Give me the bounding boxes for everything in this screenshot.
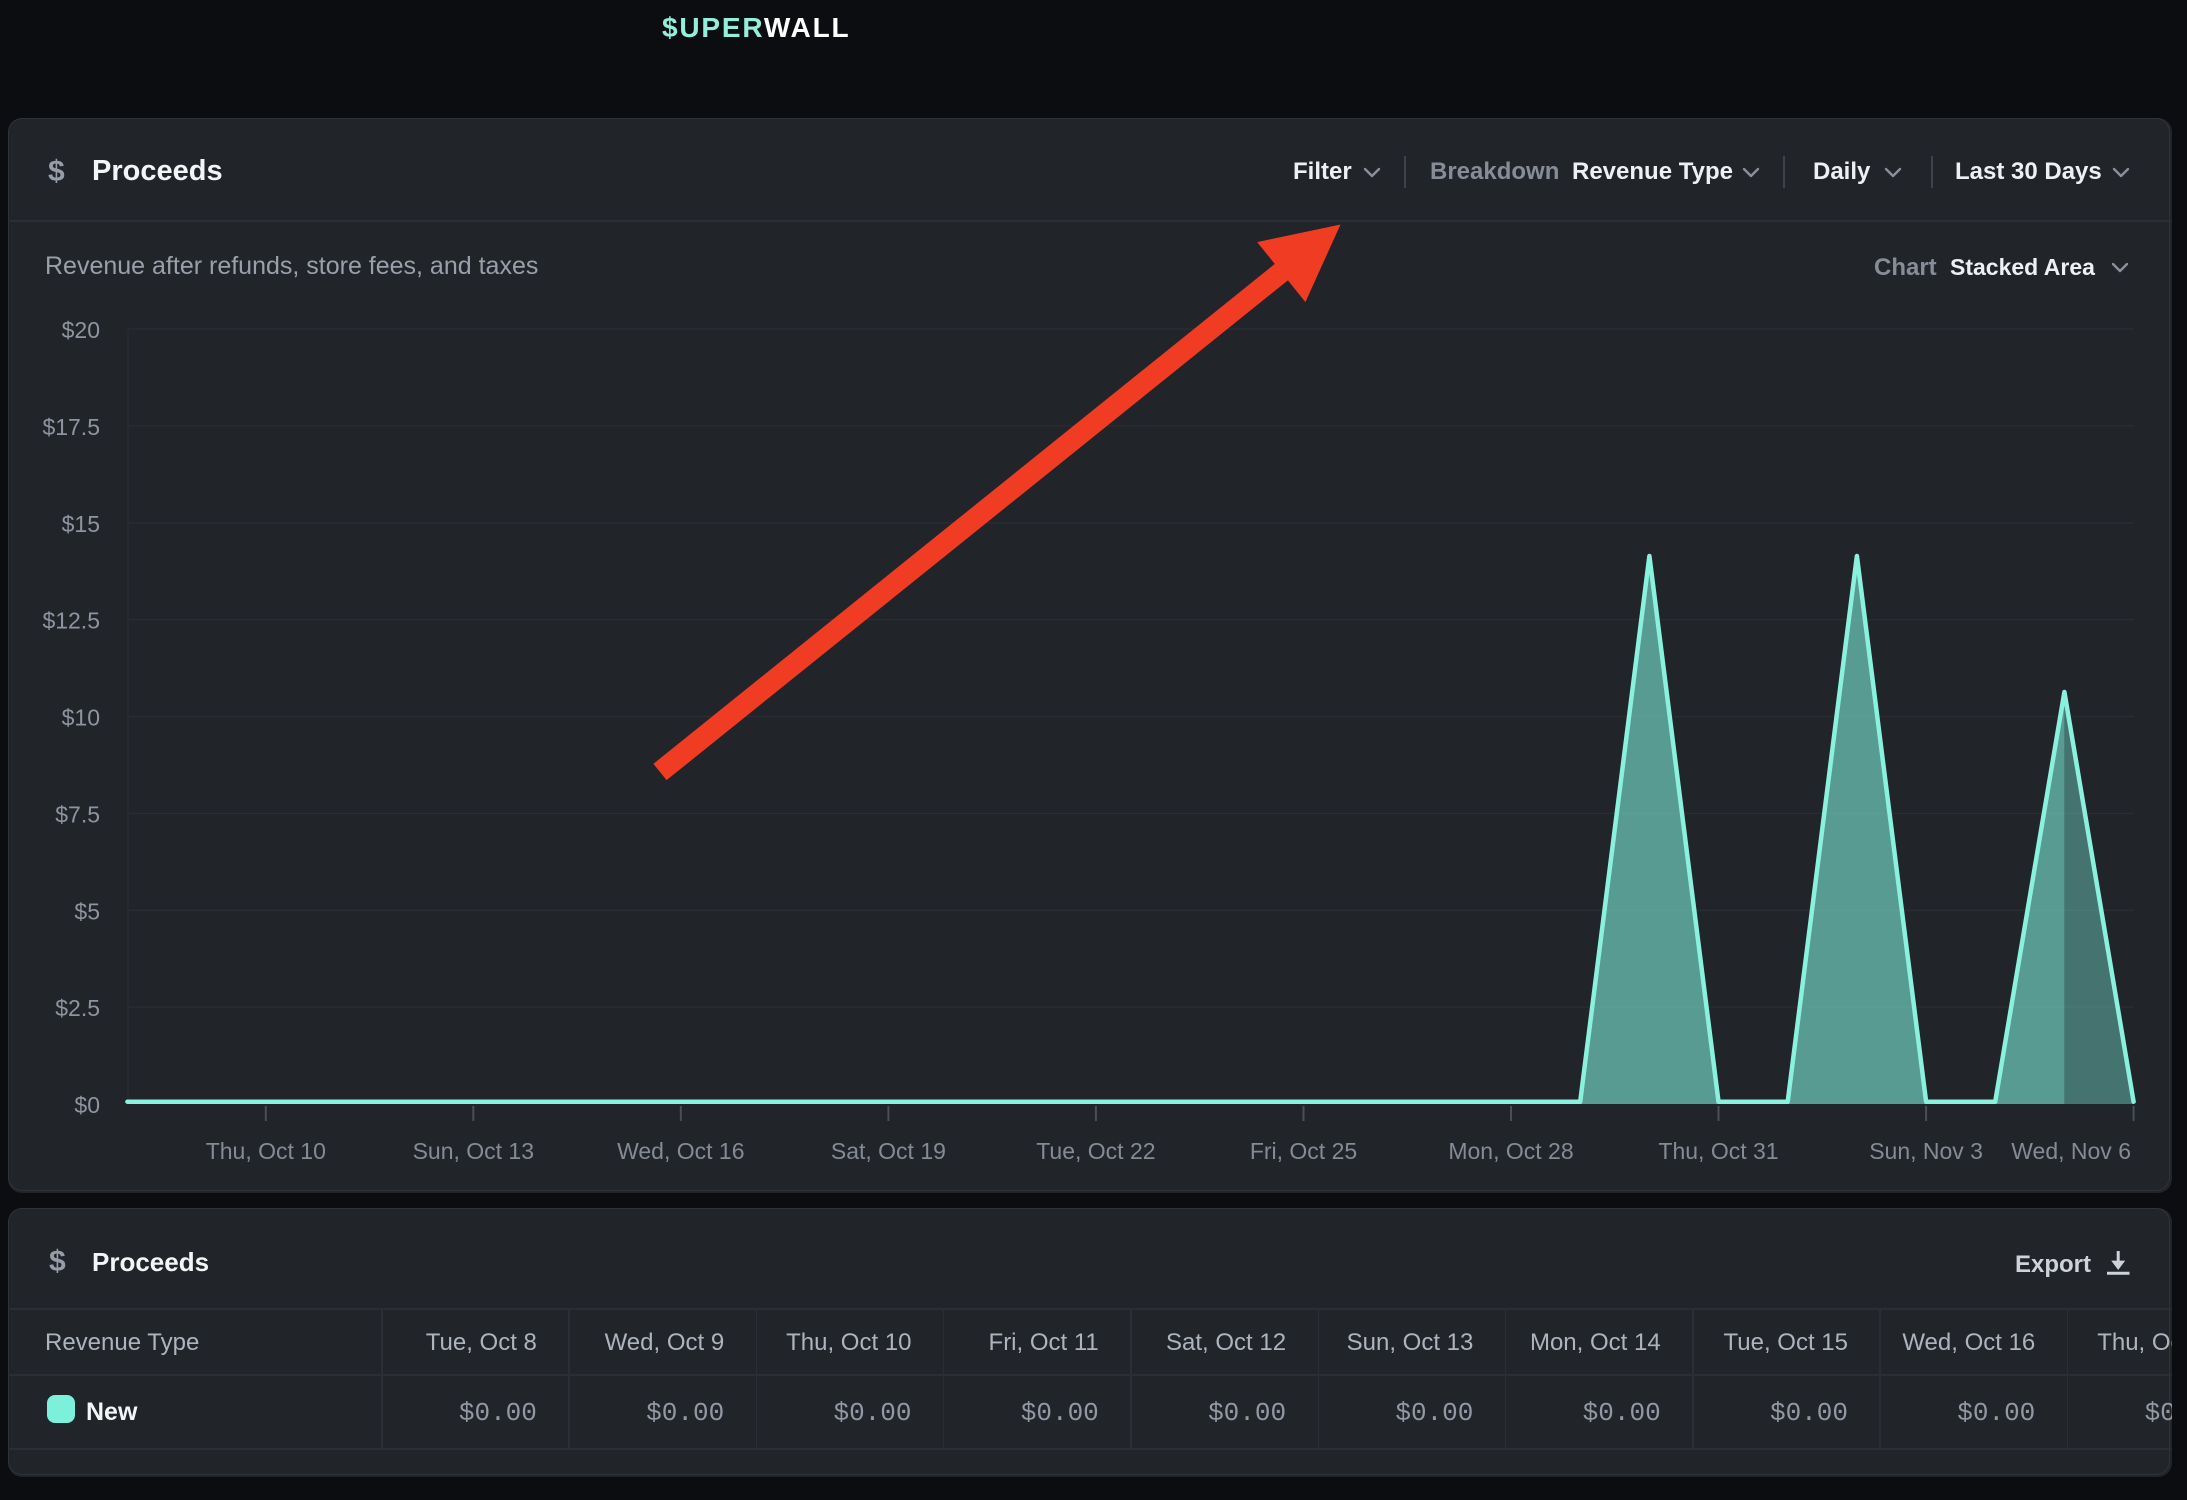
svg-text:$0: $0	[74, 1092, 100, 1118]
svg-text:Wed, Oct 16: Wed, Oct 16	[617, 1138, 744, 1164]
svg-text:$2.5: $2.5	[55, 995, 100, 1021]
svg-text:Thu, Oct 31: Thu, Oct 31	[1658, 1138, 1778, 1164]
svg-text:$15: $15	[62, 511, 100, 537]
svg-text:Wed, Nov 6: Wed, Nov 6	[2011, 1138, 2131, 1164]
svg-text:Sun, Nov 3: Sun, Nov 3	[1869, 1138, 1983, 1164]
svg-text:$17.5: $17.5	[42, 414, 100, 440]
svg-text:$20: $20	[62, 317, 100, 343]
svg-text:$7.5: $7.5	[55, 801, 100, 827]
svg-text:$5: $5	[74, 898, 100, 924]
svg-text:$10: $10	[62, 705, 100, 731]
svg-text:Thu, Oct 10: Thu, Oct 10	[206, 1138, 326, 1164]
svg-text:Fri, Oct 25: Fri, Oct 25	[1250, 1138, 1357, 1164]
svg-text:Sun, Oct 13: Sun, Oct 13	[413, 1138, 534, 1164]
svg-text:Mon, Oct 28: Mon, Oct 28	[1448, 1138, 1573, 1164]
svg-text:$12.5: $12.5	[42, 608, 100, 634]
svg-text:Sat, Oct 19: Sat, Oct 19	[831, 1138, 946, 1164]
svg-text:Tue, Oct 22: Tue, Oct 22	[1036, 1138, 1155, 1164]
